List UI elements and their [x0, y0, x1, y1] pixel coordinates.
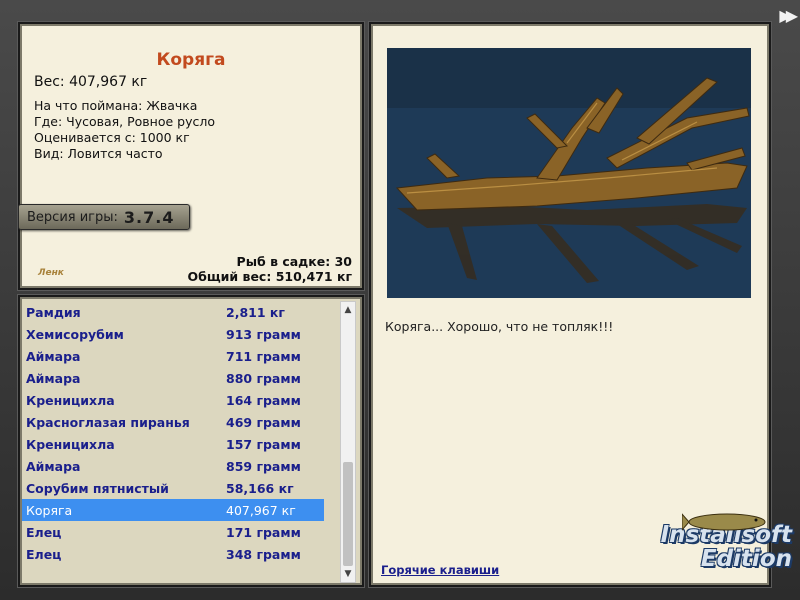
fish-details: На что поймана: Жвачка Где: Чусовая, Ров… — [34, 98, 215, 162]
fish-list-name: Креницихла — [26, 392, 115, 408]
fish-list-name: Аймара — [26, 370, 81, 386]
total-weight: Общий вес: 510,471 кг — [187, 269, 353, 284]
catch-list-panel: Рамдия 2,811 кг Хемисорубим 913 грамм Аймара… — [18, 295, 364, 587]
fish-list-name: Елец — [26, 524, 62, 540]
fish-list-name: Сорубим пятнистый — [26, 480, 169, 496]
installsoft-watermark: Installsoft Edition — [632, 513, 792, 594]
fish-list-weight: 58,166 кг — [226, 480, 294, 496]
watermark-line-2: Edition — [700, 546, 792, 572]
fish-icon — [682, 513, 766, 531]
list-item[interactable]: Красноглазая пиранья 469 грамм — [22, 411, 324, 433]
fish-list-name: Аймара — [26, 348, 81, 364]
fish-list-weight: 164 грамм — [226, 392, 301, 408]
scroll-thumb[interactable] — [343, 462, 353, 566]
fish-list-weight: 880 грамм — [226, 370, 301, 386]
fish-list-name: Аймара — [26, 458, 81, 474]
fish-info-panel: Коряга Вес: 407,967 кг На что поймана: Ж… — [18, 22, 364, 290]
list-item[interactable]: Креницихла 164 грамм — [22, 389, 324, 411]
fish-list-name: Рамдия — [26, 304, 81, 320]
fish-list-name: Красноглазая пиранья — [26, 414, 190, 430]
chevron-down-icon[interactable]: ▼ — [341, 566, 355, 582]
fish-list-weight: 407,967 кг — [226, 502, 296, 518]
fish-list-weight: 157 грамм — [226, 436, 301, 452]
fast-forward-icon[interactable]: ▶▶ — [779, 8, 797, 24]
list-item[interactable]: Аймара 859 грамм — [22, 455, 324, 477]
fish-name: Коряга — [156, 50, 226, 70]
list-item[interactable]: Хемисорубим 913 грамм — [22, 323, 324, 345]
fish-view-panel: Коряга... Хорошо, что не топляк!!! Горяч… — [369, 22, 771, 587]
fish-list-weight: 913 грамм — [226, 326, 301, 342]
fish-list-name: Коряга — [26, 502, 73, 518]
fish-weight: Вес: 407,967 кг — [34, 74, 148, 90]
fish-count: Рыб в садке: 30 — [236, 254, 352, 269]
fish-photo — [387, 48, 751, 298]
fish-list-name: Креницихла — [26, 436, 115, 452]
detail-valued-from: Оценивается с: 1000 кг — [34, 130, 190, 145]
fish-list-weight: 171 грамм — [226, 524, 301, 540]
fish-list-weight: 469 грамм — [226, 414, 301, 430]
list-item[interactable]: Аймара 880 грамм — [22, 367, 324, 389]
list-item[interactable]: Елец 348 грамм — [22, 543, 324, 565]
catch-list[interactable]: Рамдия 2,811 кг Хемисорубим 913 грамм Аймара… — [22, 301, 324, 565]
list-item[interactable]: Елец 171 грамм — [22, 521, 324, 543]
version-badge: Версия игры: 3.7.4 — [18, 204, 190, 230]
list-item[interactable]: Сорубим пятнистый 58,166 кг — [22, 477, 324, 499]
list-item[interactable]: Аймара 711 грамм — [22, 345, 324, 367]
small-logo: Ленк — [38, 268, 64, 278]
list-scrollbar[interactable]: ▲ ▼ — [340, 301, 356, 583]
fish-list-weight: 2,811 кг — [226, 304, 285, 320]
chevron-up-icon[interactable]: ▲ — [341, 302, 355, 318]
detail-bait: На что поймана: Жвачка — [34, 98, 198, 113]
version-value: 3.7.4 — [123, 207, 175, 227]
version-label: Версия игры: — [27, 209, 118, 225]
list-item[interactable]: Рамдия 2,811 кг — [22, 301, 324, 323]
list-item[interactable]: Креницихла 157 грамм — [22, 433, 324, 455]
fish-list-name: Хемисорубим — [26, 326, 124, 342]
fish-caption: Коряга... Хорошо, что не топляк!!! — [385, 319, 614, 334]
catch-stats: Рыб в садке: 30 Общий вес: 510,471 кг — [188, 254, 353, 284]
fish-list-name: Елец — [26, 546, 62, 562]
hotkeys-link[interactable]: Горячие клавиши — [381, 563, 499, 577]
fish-list-weight: 859 грамм — [226, 458, 301, 474]
detail-frequency: Вид: Ловится часто — [34, 146, 163, 161]
fish-list-weight: 348 грамм — [226, 546, 301, 562]
driftwood-image — [387, 48, 751, 298]
list-item[interactable]: Коряга 407,967 кг — [22, 499, 324, 521]
fish-list-weight: 711 грамм — [226, 348, 301, 364]
detail-location: Где: Чусовая, Ровное русло — [34, 114, 215, 129]
